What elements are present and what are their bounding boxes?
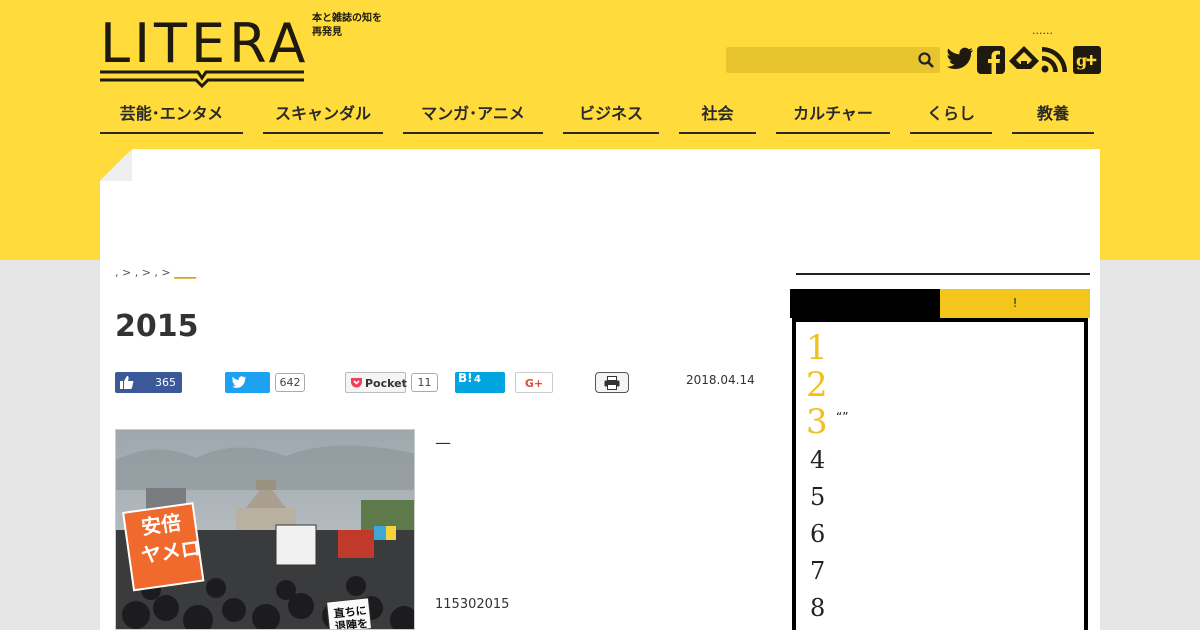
pocket-button[interactable]: Pocket bbox=[345, 372, 407, 393]
site-logo[interactable]: LITERA 本と雑誌の知を再発見 bbox=[100, 12, 382, 88]
nav-manga-anime[interactable]: マンガ･アニメ bbox=[403, 100, 543, 134]
google-plus-label: G+ bbox=[524, 377, 544, 390]
rank-number[interactable]: 7 bbox=[810, 557, 825, 585]
nav-label: カルチャー bbox=[793, 104, 873, 123]
search-input[interactable] bbox=[726, 47, 940, 73]
rank-number[interactable]: 1 bbox=[806, 328, 828, 368]
hatena-bookmark-button[interactable]: B! 4 bbox=[455, 371, 505, 393]
rank-number[interactable]: 3 bbox=[806, 402, 828, 442]
nav-label: 教養 bbox=[1036, 104, 1069, 123]
pocket-icon bbox=[351, 378, 362, 388]
logo-tagline: 本と雑誌の知を再発見 bbox=[312, 13, 382, 38]
rank-number[interactable]: 5 bbox=[810, 483, 825, 511]
facebook-count: 365 bbox=[155, 376, 176, 389]
breadcrumb-current: ____ bbox=[174, 266, 197, 279]
nav-lifestyle[interactable]: くらし bbox=[910, 100, 992, 134]
tweet-button[interactable] bbox=[225, 372, 270, 393]
twitter-count: 642 bbox=[275, 373, 305, 392]
excerpt-dash: — bbox=[435, 433, 451, 452]
print-button[interactable] bbox=[595, 372, 629, 393]
page-fold-corner bbox=[100, 149, 132, 181]
logo-wordmark: LITERA bbox=[100, 12, 310, 75]
excerpt-text: 115302015 bbox=[435, 597, 510, 612]
tab-ranking-left[interactable] bbox=[790, 289, 940, 318]
nav-education[interactable]: 教養 bbox=[1012, 100, 1094, 134]
nav-label: マンガ･アニメ bbox=[421, 104, 525, 123]
pocket-label: Pocket bbox=[365, 377, 407, 390]
ranking-list: 1 2 3 4 5 6 7 8 bbox=[792, 318, 1088, 630]
search-icon[interactable] bbox=[918, 52, 934, 68]
breadcrumb: , > , > , > ____ bbox=[115, 266, 196, 279]
nav-society[interactable]: 社会 bbox=[679, 100, 756, 134]
nav-business[interactable]: ビジネス bbox=[563, 100, 659, 134]
top-links[interactable]: ...... bbox=[1032, 24, 1053, 37]
twitter-icon[interactable] bbox=[946, 46, 974, 72]
rss-icon[interactable] bbox=[1041, 46, 1068, 73]
nav-label: 芸能･エンタメ bbox=[119, 104, 224, 123]
hatena-count: 4 bbox=[474, 374, 481, 385]
facebook-like-button[interactable]: 365 bbox=[115, 372, 182, 393]
hatena-icon: B! bbox=[458, 371, 473, 385]
twitter-bird-icon bbox=[231, 376, 247, 388]
nav-label: くらし bbox=[926, 104, 975, 123]
nav-label: 社会 bbox=[701, 104, 734, 123]
thumbs-up-icon bbox=[120, 376, 134, 389]
rank-number[interactable]: 8 bbox=[810, 594, 825, 622]
printer-icon bbox=[604, 376, 620, 390]
nav-entertainment[interactable]: 芸能･エンタメ bbox=[100, 100, 243, 134]
pocket-count: 11 bbox=[411, 373, 438, 392]
book-icon bbox=[100, 70, 304, 88]
facebook-icon[interactable] bbox=[977, 46, 1005, 74]
article-title: 2015 bbox=[115, 309, 199, 344]
nav-label: ビジネス bbox=[578, 104, 643, 123]
nav-scandal[interactable]: スキャンダル bbox=[263, 100, 383, 134]
breadcrumb-links[interactable]: , > , > , > bbox=[115, 266, 171, 279]
rank-number[interactable]: 6 bbox=[810, 520, 825, 548]
rank3-title[interactable]: “” bbox=[836, 410, 848, 424]
tab-label: ! bbox=[1012, 296, 1018, 310]
google-plus-button[interactable]: G+ bbox=[515, 372, 553, 393]
publish-date: 2018.04.14 bbox=[686, 373, 755, 387]
protest-photo: 安倍 ヤメロ 直ちに 退陣を bbox=[116, 430, 414, 629]
sidebar-divider bbox=[796, 273, 1090, 275]
feedly-icon[interactable] bbox=[1009, 46, 1039, 74]
rank-number[interactable]: 2 bbox=[806, 365, 828, 405]
tab-ranking-right[interactable]: ! bbox=[940, 289, 1090, 318]
nav-culture[interactable]: カルチャー bbox=[776, 100, 890, 134]
article-photo[interactable]: 安倍 ヤメロ 直ちに 退陣を bbox=[115, 429, 415, 630]
nav-label: スキャンダル bbox=[274, 104, 371, 123]
svg-text:g: g bbox=[1076, 51, 1087, 70]
google-plus-icon[interactable]: g bbox=[1073, 46, 1101, 74]
rank-number[interactable]: 4 bbox=[810, 446, 825, 474]
